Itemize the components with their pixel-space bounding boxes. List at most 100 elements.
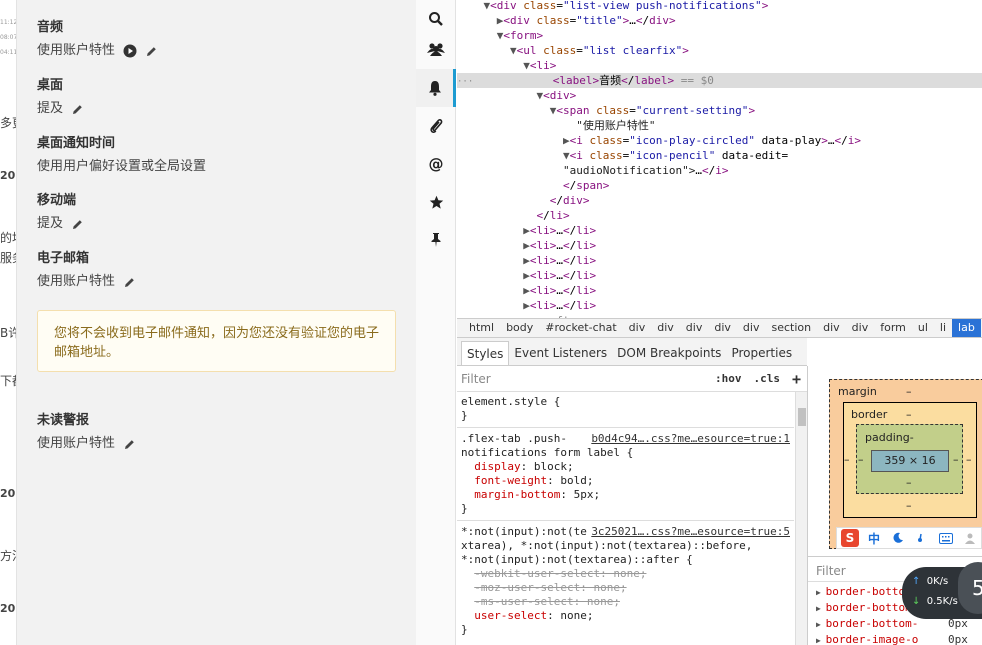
css-prop-value[interactable]: 5px (574, 488, 594, 501)
ime-punctuation-icon[interactable] (913, 529, 931, 547)
tab-styles[interactable]: Styles (461, 341, 510, 365)
border-top-value[interactable]: – (906, 408, 912, 421)
border-bottom-value[interactable]: – (906, 499, 912, 512)
breadcrumb-item[interactable]: ul (912, 319, 934, 337)
stylesheet-link[interactable]: b0d4c94….css?me…esource=true:1 (591, 432, 790, 446)
dom-node-line[interactable]: ▶<li>…</li> (457, 283, 982, 298)
dom-node-line[interactable]: ▼<ul class="list clearfix"> (457, 43, 982, 58)
tab-event-listeners[interactable]: Event Listeners (509, 341, 612, 365)
border-right-value[interactable]: – (966, 453, 972, 466)
overridden-prop[interactable]: -moz-user-select: none; (474, 581, 626, 594)
star-icon[interactable] (416, 183, 456, 221)
dom-node-line[interactable]: ▼<div> (457, 88, 982, 103)
play-circle-icon[interactable] (123, 44, 137, 58)
css-prop-value[interactable]: block (534, 460, 567, 473)
pencil-icon[interactable] (123, 276, 136, 289)
css-prop-value[interactable]: bold (560, 474, 587, 487)
attachment-icon[interactable] (416, 107, 456, 145)
devtools-breadcrumbs[interactable]: html body #rocket-chat div div div div div secti… (457, 318, 982, 338)
breadcrumb-item[interactable]: section (765, 319, 817, 337)
border-left-value[interactable]: – (858, 453, 864, 466)
breadcrumb-item[interactable]: form (874, 319, 912, 337)
chat-text-fragment: B许 (0, 326, 16, 340)
hover-state-toggle[interactable]: :hov (715, 372, 742, 385)
dom-node-line[interactable]: ▶<li>…</li> (457, 238, 982, 253)
devtools-elements-tree[interactable]: ▼<div class="list-view push-notification… (457, 0, 982, 318)
box-model-content-size[interactable]: 359 × 16 (871, 450, 949, 472)
dom-node-line[interactable]: </div> (457, 193, 982, 208)
dom-node-line[interactable]: </li> (457, 208, 982, 223)
dom-node-line[interactable]: ▶<li>…</li> (457, 223, 982, 238)
css-prop-value[interactable]: none (560, 609, 587, 622)
styles-filter-bar: Filter :hov .cls + (457, 366, 807, 392)
pencil-icon[interactable] (71, 218, 84, 231)
stylesheet-link[interactable]: 3c25021….css?me…esource=true:5 (591, 525, 790, 539)
padding-right-value[interactable]: – (953, 453, 959, 466)
computed-style-row[interactable]: ▶ border-botto– (816, 584, 955, 600)
breadcrumb-item[interactable]: html (463, 319, 500, 337)
overridden-prop[interactable]: -ms-user-select: none; (474, 595, 620, 608)
computed-style-row[interactable]: ▶ border-bottom- 0px (816, 616, 968, 632)
margin-top-value[interactable]: – (906, 385, 912, 398)
padding-bottom-value[interactable]: – (906, 476, 912, 489)
ime-chinese-mode-icon[interactable]: 中 (865, 529, 883, 547)
ime-logo-icon[interactable]: S (841, 529, 859, 547)
chat-text-fragment: 20 (0, 487, 16, 500)
tab-properties[interactable]: Properties (726, 341, 797, 365)
setting-label: 桌面通知时间 (37, 136, 116, 151)
styles-pane[interactable]: element.style { } .flex-tab .push-b0d4c9… (457, 392, 794, 645)
dom-node-line[interactable]: ▶<li>…</li> (457, 268, 982, 283)
breadcrumb-item[interactable]: div (623, 319, 652, 337)
ime-moon-icon[interactable] (889, 529, 907, 547)
pencil-icon[interactable] (123, 438, 136, 451)
setting-audio: 音频 使用账户特性 (37, 19, 158, 60)
dom-node-line[interactable]: ▼<form> (457, 28, 982, 43)
pencil-icon[interactable] (145, 45, 158, 58)
styles-filter-input[interactable]: Filter (461, 372, 715, 386)
class-toggle[interactable]: .cls (753, 372, 780, 385)
dom-node-line[interactable]: "audioNotification">…</i> (457, 163, 982, 178)
css-prop-name[interactable]: font-weight (474, 474, 547, 487)
dom-node-line[interactable]: ▶<div class="title">…</div> (457, 13, 982, 28)
dom-node-line[interactable]: "使用账户特性" (457, 118, 982, 133)
ime-user-icon[interactable] (961, 529, 979, 547)
breadcrumb-item[interactable]: div (680, 319, 709, 337)
bell-icon[interactable] (416, 69, 456, 107)
dom-node-line[interactable]: ▼<i class="icon-pencil" data-edit= (457, 148, 982, 163)
breadcrumb-item[interactable]: body (500, 319, 539, 337)
dom-node-line[interactable]: </span> (457, 178, 982, 193)
breadcrumb-item[interactable]: div (846, 319, 875, 337)
computed-style-row[interactable]: ▶ border-image-o 0px (816, 632, 968, 645)
breadcrumb-item[interactable]: div (651, 319, 680, 337)
css-prop-name[interactable]: display (474, 460, 520, 473)
ime-keyboard-icon[interactable] (937, 529, 955, 547)
breadcrumb-item[interactable]: div (737, 319, 766, 337)
margin-label: margin (838, 385, 877, 398)
chat-text-fragment: 20 (0, 169, 16, 182)
pencil-icon[interactable] (71, 103, 84, 116)
dom-node-line[interactable]: ▼<div class="list-view push-notification… (457, 0, 982, 13)
members-icon[interactable] (416, 30, 456, 68)
margin-left-value[interactable]: – (844, 453, 850, 466)
selected-dom-node[interactable]: ··· <label>音频</label> == $0 (457, 73, 982, 88)
dom-node-line[interactable]: ▶<i class="icon-play-circled" data-play>… (457, 133, 982, 148)
breadcrumb-item[interactable]: div (708, 319, 737, 337)
mention-icon[interactable]: @ (416, 145, 456, 183)
new-rule-button[interactable]: + (792, 370, 801, 388)
breadcrumb-item[interactable]: #rocket-chat (539, 319, 622, 337)
tab-dom-breakpoints[interactable]: DOM Breakpoints (612, 341, 726, 365)
dom-node-line[interactable]: ▶<li>…</li> (457, 253, 982, 268)
breadcrumb-item[interactable]: lab (952, 319, 981, 337)
styles-scrollbar[interactable] (795, 392, 807, 645)
dom-node-line[interactable]: ▶<li>…</li> (457, 298, 982, 313)
dom-node-line[interactable]: ▼<li> (457, 58, 982, 73)
network-widget-badge[interactable]: 5 (958, 562, 982, 614)
breadcrumb-item[interactable]: div (817, 319, 846, 337)
css-prop-name[interactable]: user-select (474, 609, 547, 622)
rule-close: } (461, 409, 468, 422)
dom-node-line[interactable]: ▼<span class="current-setting"> (457, 103, 982, 118)
css-prop-name[interactable]: margin-bottom (474, 488, 560, 501)
pin-icon[interactable] (416, 221, 456, 259)
breadcrumb-item[interactable]: li (934, 319, 952, 337)
overridden-prop[interactable]: -webkit-user-select: none; (474, 567, 646, 580)
